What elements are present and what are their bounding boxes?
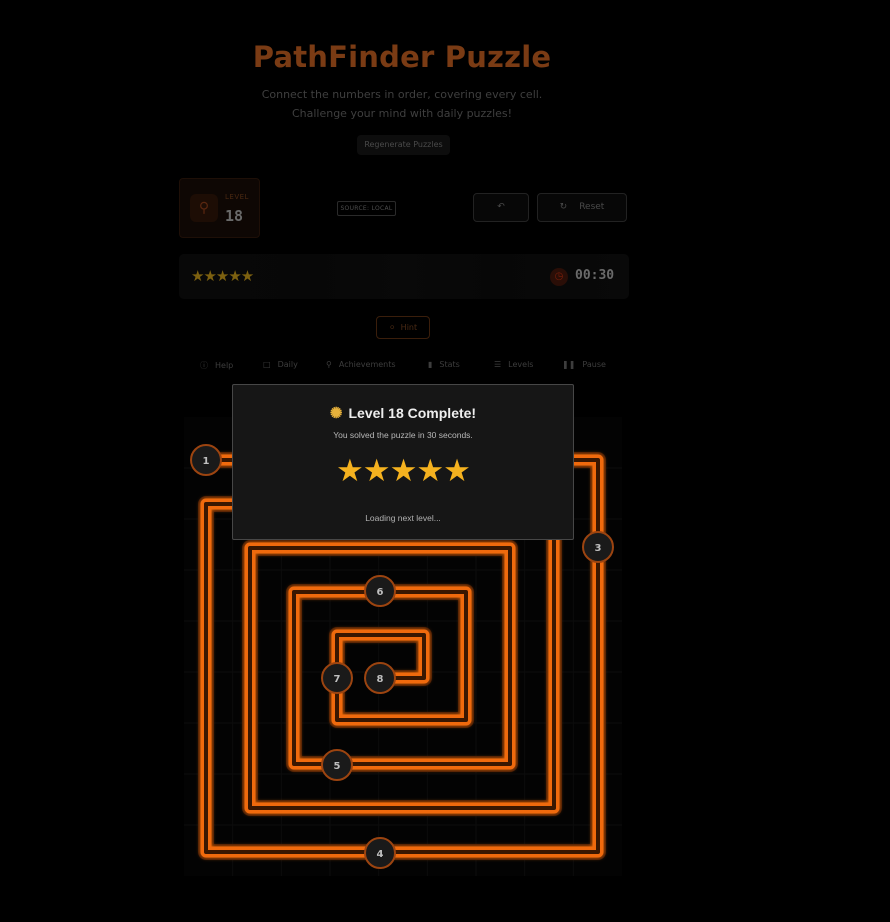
number-node: 4 — [364, 837, 396, 869]
number-node: 1 — [190, 444, 222, 476]
modal-title-text: Level 18 Complete! — [348, 405, 477, 421]
modal-title: ✺ Level 18 Complete! — [233, 404, 573, 422]
number-node: 5 — [321, 749, 353, 781]
modal-stars: ★★★★★ — [336, 453, 471, 489]
number-node: 7 — [321, 662, 353, 694]
node-label: 4 — [377, 849, 384, 860]
modal-subtitle: You solved the puzzle in 30 seconds. — [333, 430, 473, 440]
node-label: 1 — [203, 456, 210, 467]
node-label: 7 — [334, 674, 341, 685]
number-node: 8 — [364, 662, 396, 694]
node-label: 3 — [595, 543, 602, 554]
number-node: 6 — [364, 575, 396, 607]
node-label: 6 — [377, 587, 384, 598]
node-label: 8 — [377, 674, 384, 685]
party-popper-icon: ✺ — [329, 405, 343, 422]
number-node: 3 — [582, 531, 614, 563]
loading-text: Loading next level... — [365, 513, 441, 523]
node-label: 5 — [334, 761, 341, 772]
level-complete-modal: ✺ Level 18 Complete! You solved the puzzl… — [232, 384, 574, 540]
